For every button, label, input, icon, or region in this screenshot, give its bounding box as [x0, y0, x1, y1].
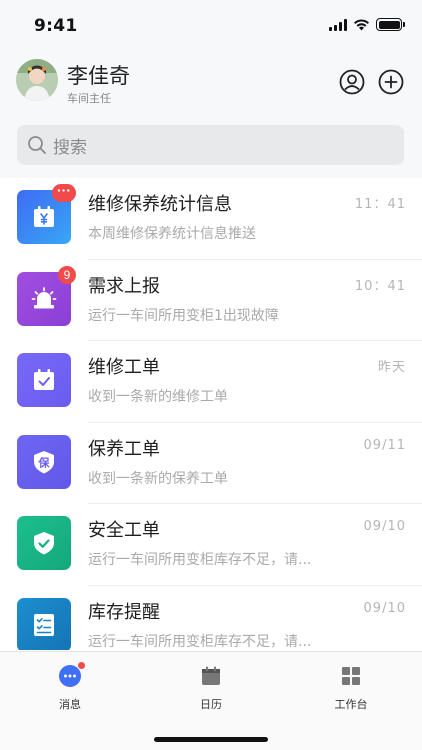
list-item[interactable]: ··· 维修保养统计信息 本周维修保养统计信息推送 11：41: [0, 178, 422, 260]
status-icons: [329, 18, 405, 31]
calendar-icon: [199, 664, 223, 688]
tab-label: 工作台: [334, 698, 368, 711]
message-title: 安全工单: [88, 520, 160, 541]
workbench-icon: [339, 664, 363, 688]
status-bar: 9:41: [0, 0, 422, 50]
message-icon: [58, 662, 85, 688]
shield-check-icon: [17, 516, 71, 570]
message-preview: 收到一条新的保养工单: [88, 470, 228, 487]
calendar-yen-icon: ···: [17, 183, 76, 244]
message-time: 09/11: [363, 437, 406, 453]
tab-calendar[interactable]: 日历: [166, 664, 256, 712]
message-preview: 本周维修保养统计信息推送: [88, 226, 256, 242]
add-button[interactable]: [377, 68, 405, 96]
shield-bao-icon: 保: [17, 434, 71, 489]
message-title: 维修工单: [88, 357, 160, 378]
list-item[interactable]: 9 需求上报 运行一车间所用变柜1出现故障 10：41: [0, 260, 422, 341]
alarm-light-icon: 9: [17, 265, 76, 326]
message-time: 09/10: [363, 600, 406, 616]
battery-icon: [376, 18, 405, 31]
svg-text:保: 保: [38, 455, 51, 469]
avatar[interactable]: [16, 59, 58, 101]
search-input[interactable]: 搜索: [53, 133, 87, 158]
message-time: 10：41: [354, 278, 406, 294]
checklist-icon: [17, 597, 71, 650]
tab-bar: 消息 日历 工作台: [0, 651, 422, 750]
unread-badge: ···: [52, 183, 76, 202]
tab-label: 消息: [59, 698, 81, 711]
user-name: 李佳奇: [67, 64, 130, 88]
message-time: 09/10: [363, 519, 406, 534]
tab-messages[interactable]: 消息: [25, 662, 115, 712]
search-bar[interactable]: 搜索: [17, 125, 404, 165]
list-item[interactable]: 库存提醒 运行一车间所用变柜库存不足，请... 09/10: [0, 586, 422, 650]
message-title: 需求上报: [88, 275, 160, 297]
plus-circle-icon: [378, 69, 404, 95]
message-preview: 运行一车间所用变柜1出现故障: [88, 307, 279, 324]
message-time: 昨天: [377, 360, 406, 375]
unread-badge: 9: [58, 265, 76, 284]
message-title: 维修保养统计信息: [88, 194, 232, 215]
message-list: ··· 维修保养统计信息 本周维修保养统计信息推送 11：41 9 需求上报 运…: [0, 178, 422, 650]
cellular-signal-icon: [329, 18, 347, 31]
message-preview: 运行一车间所用变柜库存不足，请...: [88, 552, 312, 568]
user-circle-icon: [339, 69, 365, 95]
message-title: 保养工单: [88, 438, 160, 460]
user-role: 车间主任: [67, 92, 111, 105]
status-time: 9:41: [34, 16, 78, 36]
tab-label: 日历: [200, 698, 222, 711]
profile-button[interactable]: [338, 68, 366, 96]
search-icon: [28, 136, 46, 154]
header: 李佳奇 车间主任: [0, 55, 422, 111]
message-title: 库存提醒: [88, 601, 160, 623]
notification-dot: [78, 662, 85, 669]
wifi-icon: [354, 18, 369, 30]
list-item[interactable]: 保 保养工单 收到一条新的保养工单 09/11: [0, 423, 422, 504]
calendar-check-icon: [17, 353, 71, 407]
message-preview: 收到一条新的维修工单: [88, 389, 228, 405]
list-item[interactable]: 维修工单 收到一条新的维修工单 昨天: [0, 341, 422, 423]
home-indicator: [154, 737, 268, 742]
message-preview: 运行一车间所用变柜库存不足，请...: [88, 633, 312, 650]
message-time: 11：41: [354, 197, 406, 212]
list-item[interactable]: 安全工单 运行一车间所用变柜库存不足，请... 09/10: [0, 504, 422, 586]
tab-workbench[interactable]: 工作台: [306, 664, 396, 712]
